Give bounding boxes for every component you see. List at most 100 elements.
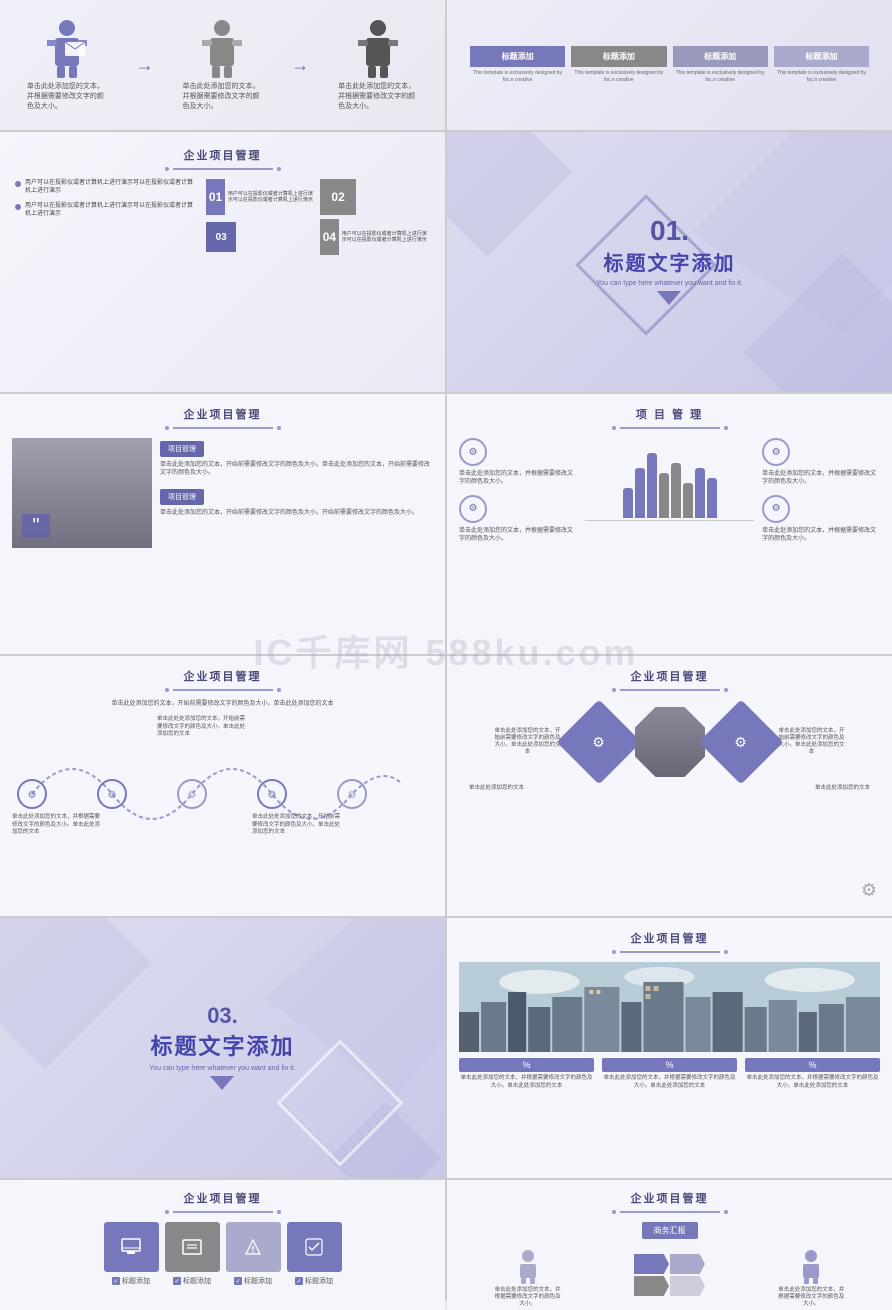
tag-2: 项目管理	[160, 489, 204, 505]
r5l-title: 标题文字添加	[149, 1029, 295, 1061]
num-text-04: 用户可以在投影仪或者计算机上进行演示可以在投影仪或者计算机上进行演示	[342, 231, 430, 244]
bar-2	[635, 468, 645, 518]
flow-text-1: 单击此处添加您的文本，并根据需要修改文字的颜色及大小。	[493, 1287, 563, 1308]
title-card-2: 标题添加 This template is exclusively design…	[571, 46, 666, 84]
r3l-dot-r	[277, 426, 281, 430]
card-sub-2: This template is exclusively designed by…	[571, 70, 666, 84]
slide-r4-right: 企业项目管理 单击此处添加您的文本，开始前需要修改文字的颜色及大小。单击此处添加…	[447, 656, 892, 916]
r4l-dot-r	[277, 688, 281, 692]
bar-7	[695, 468, 705, 518]
svg-text:⚙: ⚙	[268, 790, 277, 801]
r6r-line	[620, 1211, 720, 1213]
r2r-subtitle: You can type here whatever you want and …	[596, 280, 742, 287]
card-sub-1: This template is exclusively designed by…	[470, 70, 565, 84]
bar-4	[659, 473, 669, 518]
r3r-dot-l	[612, 426, 616, 430]
r6l-dot-r	[277, 1210, 281, 1214]
pct-badge-1: %	[459, 1058, 594, 1072]
card-label-2: 标题添加	[571, 46, 666, 67]
v-a1	[634, 1254, 669, 1274]
num-item-02: 02	[320, 179, 430, 215]
r2r-content: 01. 标题文字添加 You can type here whatever yo…	[596, 215, 742, 309]
pct-item-3: % 单击此处添加您的文本，并根据需要修改文字的颜色及大小。单击此处添加您的文本	[745, 1058, 880, 1090]
svg-text:⚙: ⚙	[28, 790, 37, 801]
v-arrows	[634, 1254, 705, 1296]
r3r-dot-r	[724, 426, 728, 430]
percent-row: % 单击此处添加您的文本，并根据需要修改文字的颜色及大小。单击此处添加您的文本 …	[459, 1058, 880, 1090]
num-box-03: 03	[206, 222, 236, 252]
r5r-line	[620, 951, 720, 953]
icon-item-1: ✓ 标题添加	[104, 1222, 159, 1286]
r3r-right-text: ⚙ 单击此处添加您的文本，并根据需要修改文字的颜色及大小。 ⚙ 单击此处添加您的…	[762, 438, 880, 544]
title-card-4: 标题添加 This template is exclusively design…	[774, 46, 869, 84]
r6r-header: 企业项目管理	[457, 1190, 882, 1214]
arrow-2: →	[291, 55, 309, 76]
card-sub-4: This template is exclusively designed by…	[774, 70, 869, 84]
r5l-arrow	[210, 1076, 234, 1090]
r4l-line	[173, 689, 273, 691]
r6r-badge-area: 商务汇报	[457, 1222, 882, 1239]
r4r-line	[620, 689, 720, 691]
slide-r1-right: 标题添加 This template is exclusively design…	[447, 0, 892, 130]
bar-3	[647, 453, 657, 518]
r6l-dots	[10, 1210, 435, 1214]
city-photo	[459, 962, 880, 1052]
r3r-dots	[459, 426, 880, 430]
d-text-1: 单击此处添加您的文本，开始前需要修改文字的颜色及大小。单击此处添加您的文本	[493, 728, 563, 757]
r2l-dots	[15, 167, 430, 171]
arrow-1: →	[136, 55, 154, 76]
pct-text-3: 单击此处添加您的文本，并根据需要修改文字的颜色及大小。单击此处添加您的文本	[745, 1075, 880, 1090]
wave-text-2: 单击此处处添加您的文本，开始前需要修改文字的颜色及大小。单击此处添加您的文本	[157, 716, 247, 737]
slide-r2-left-header: 企业项目管理	[15, 147, 430, 171]
v-row-1	[634, 1254, 705, 1274]
icon-label-3: 标题添加	[244, 1276, 272, 1286]
person-svg-1	[514, 1249, 542, 1284]
r4l-title: 企业项目管理	[12, 668, 433, 684]
r3r-header: 项 目 管 理	[459, 406, 880, 430]
slide-r2-left: 企业项目管理 用户可以在投影仪或者计算机上进行演示可以在投影仪或者计算机上进行演…	[0, 132, 445, 392]
icon-box-row: ✓ 标题添加 ✓ 标题添加 ✓ 标题添加	[10, 1222, 435, 1286]
r3r-left-text: ⚙ 单击此处添加您的文本，并根据需要修改文字的颜色及大小。 ⚙ 单击此处添加您的…	[459, 438, 577, 544]
r2l-title: 企业项目管理	[15, 147, 430, 163]
bar-1	[623, 488, 633, 518]
dot-left	[165, 167, 169, 171]
title-card-1: 标题添加 This template is exclusively design…	[470, 46, 565, 84]
r6r-dots	[457, 1210, 882, 1214]
r4l-dots	[12, 688, 433, 692]
r5l-number: 03.	[149, 1003, 295, 1029]
check-4: ✓ 标题添加	[295, 1276, 333, 1286]
header-line-h	[173, 168, 273, 170]
slide-r2-right: 01. 标题文字添加 You can type here whatever yo…	[447, 132, 892, 392]
r5r-dot-r	[724, 950, 728, 954]
r4r-dots	[459, 688, 880, 692]
icon-item-4: ✓ 标题添加	[287, 1222, 342, 1286]
r5l-subtitle: You can type here whatever you want and …	[149, 1065, 295, 1072]
person-item-2: 单击此处添加您的文本，并根据需要修改文字的颜色及大小。	[182, 18, 262, 111]
r3r-text-4: 单击此处添加您的文本，并根据需要修改文字的颜色及大小。	[762, 527, 880, 544]
pct-item-2: % 单击此处添加您的文本，并根据需要修改文字的颜色及大小。单击此处添加您的文本	[602, 1058, 737, 1090]
r6r-dot-l	[612, 1210, 616, 1214]
diamond-photo	[635, 707, 705, 777]
r6r-badge: 商务汇报	[642, 1222, 698, 1239]
gear-circle-3: ⚙	[762, 438, 790, 466]
tag-text-2: 单击此处添加您的文本，开始前需要修改文字的颜色及大小。开始前需要修改文字的颜色及…	[160, 509, 433, 517]
r6r-title: 企业项目管理	[457, 1190, 882, 1206]
r4l-subtitle: 单击此处添加您的文本，开始前需要修改文字的颜色及大小。单击此处添加您的文本	[12, 700, 433, 708]
bullet-2: 用户可以在投影仪或者计算机上进行演示可以在投影仪或者计算机上进行演示	[15, 202, 198, 219]
icon-box-2	[165, 1222, 220, 1272]
num-box-01: 01	[206, 179, 225, 215]
icon-item-3: ✓ 标题添加	[226, 1222, 281, 1286]
r3r-text-2: 单击此处添加您的文本，并根据需要修改文字的颜色及大小。	[459, 527, 577, 544]
v-row-2	[634, 1276, 705, 1296]
person-item-3: 单击此处添加您的文本，并根据需要修改文字的颜色及大小。	[338, 18, 418, 111]
pct-text-2: 单击此处添加您的文本，并根据需要修改文字的颜色及大小。单击此处添加您的文本	[602, 1075, 737, 1090]
bullet-text-2: 用户可以在投影仪或者计算机上进行演示可以在投影仪或者计算机上进行演示	[25, 202, 198, 219]
r3l-header: 企业项目管理	[12, 406, 433, 430]
r6l-title: 企业项目管理	[10, 1190, 435, 1206]
r6l-header: 企业项目管理	[10, 1190, 435, 1214]
slide-r4-left: 企业项目管理 单击此处添加您的文本，开始前需要修改文字的颜色及大小。单击此处添加…	[0, 656, 445, 916]
r3l-line	[173, 427, 273, 429]
card-label-3: 标题添加	[673, 46, 768, 67]
slide-r6-right: 企业项目管理 商务汇报 单击此处添加您的文本，并根据需要修改文字的颜色及大	[447, 1180, 892, 1310]
card-label-4: 标题添加	[774, 46, 869, 67]
